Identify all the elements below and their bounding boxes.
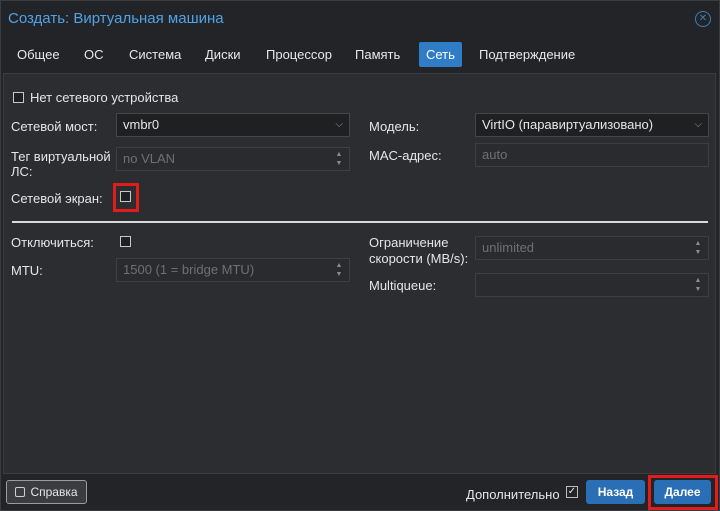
tab-cpu[interactable]: Процессор [259, 42, 339, 67]
wizard-tabs: Общее ОС Система Диски Процессор Память … [1, 42, 719, 68]
tab-confirm[interactable]: Подтверждение [472, 42, 582, 67]
rate-label-line1: Ограничение [369, 235, 449, 250]
bridge-value: vmbr0 [123, 117, 160, 132]
model-value: VirtIO (паравиртуализовано) [482, 117, 654, 132]
tab-os[interactable]: ОС [77, 42, 111, 67]
help-icon [15, 487, 26, 497]
vlan-placeholder: no VLAN [123, 151, 176, 166]
model-label: Модель: [369, 119, 420, 134]
dialog-titlebar[interactable]: Создать: Виртуальная машина ✕ [1, 1, 719, 39]
tab-network[interactable]: Сеть [419, 42, 462, 67]
vlan-input[interactable]: no VLAN ▲ ▼ [116, 147, 350, 171]
disconnect-label: Отключиться: [11, 235, 94, 250]
mtu-input[interactable]: 1500 (1 = bridge MTU) ▲ ▼ [116, 258, 350, 282]
no-network-label: Нет сетевого устройства [30, 90, 179, 105]
vlan-label-line2: ЛС: [11, 164, 33, 179]
mac-input[interactable]: auto [475, 143, 709, 167]
mtu-label: MTU: [11, 263, 43, 278]
section-divider [12, 221, 708, 223]
spinner-icon[interactable]: ▲ ▼ [694, 276, 702, 294]
tab-system[interactable]: Система [122, 42, 188, 67]
multiqueue-input[interactable]: ▲ ▼ [475, 273, 709, 297]
advanced-label: Дополнительно [466, 487, 560, 502]
dialog-footer: Справка Дополнительно ✓ Назад Далее [1, 475, 719, 510]
mtu-placeholder: 1500 (1 = bridge MTU) [123, 262, 255, 277]
spinner-icon[interactable]: ▲ ▼ [335, 150, 343, 168]
rate-limit-input[interactable]: unlimited ▲ ▼ [475, 236, 709, 260]
network-form-panel: Нет сетевого устройства Сетевой мост: vm… [3, 73, 716, 474]
mac-label: MAC-адрес: [369, 148, 442, 163]
no-network-checkbox[interactable] [13, 92, 24, 103]
dialog-title: Создать: Виртуальная машина [8, 10, 224, 27]
tab-general[interactable]: Общее [10, 42, 67, 67]
spinner-icon[interactable]: ▲ ▼ [694, 239, 702, 257]
bridge-label: Сетевой мост: [11, 119, 98, 134]
firewall-checkbox[interactable] [120, 191, 131, 202]
chevron-down-icon[interactable]: ⌵ [335, 114, 343, 136]
tab-memory[interactable]: Память [348, 42, 407, 67]
bridge-select[interactable]: vmbr0 ⌵ [116, 113, 350, 137]
disconnect-checkbox[interactable] [120, 236, 131, 247]
tab-disks[interactable]: Диски [198, 42, 248, 67]
create-vm-dialog: Создать: Виртуальная машина ✕ Общее ОС С… [0, 0, 720, 511]
mac-placeholder: auto [482, 147, 508, 162]
help-button[interactable]: Справка [6, 480, 87, 504]
next-button[interactable]: Далее [654, 480, 711, 504]
close-icon[interactable]: ✕ [695, 11, 711, 27]
back-button[interactable]: Назад [586, 480, 645, 504]
advanced-checkbox[interactable]: ✓ [566, 486, 578, 498]
chevron-down-icon[interactable]: ⌵ [694, 114, 702, 136]
spinner-icon[interactable]: ▲ ▼ [335, 261, 343, 279]
rate-label-line2: скорости (MB/s): [369, 251, 469, 266]
model-select[interactable]: VirtIO (паравиртуализовано) ⌵ [475, 113, 709, 137]
rate-placeholder: unlimited [482, 240, 535, 255]
firewall-label: Сетевой экран: [11, 191, 103, 206]
vlan-label-line1: Тег виртуальной [11, 149, 111, 164]
help-label: Справка [30, 485, 78, 499]
multiqueue-label: Multiqueue: [369, 278, 437, 293]
